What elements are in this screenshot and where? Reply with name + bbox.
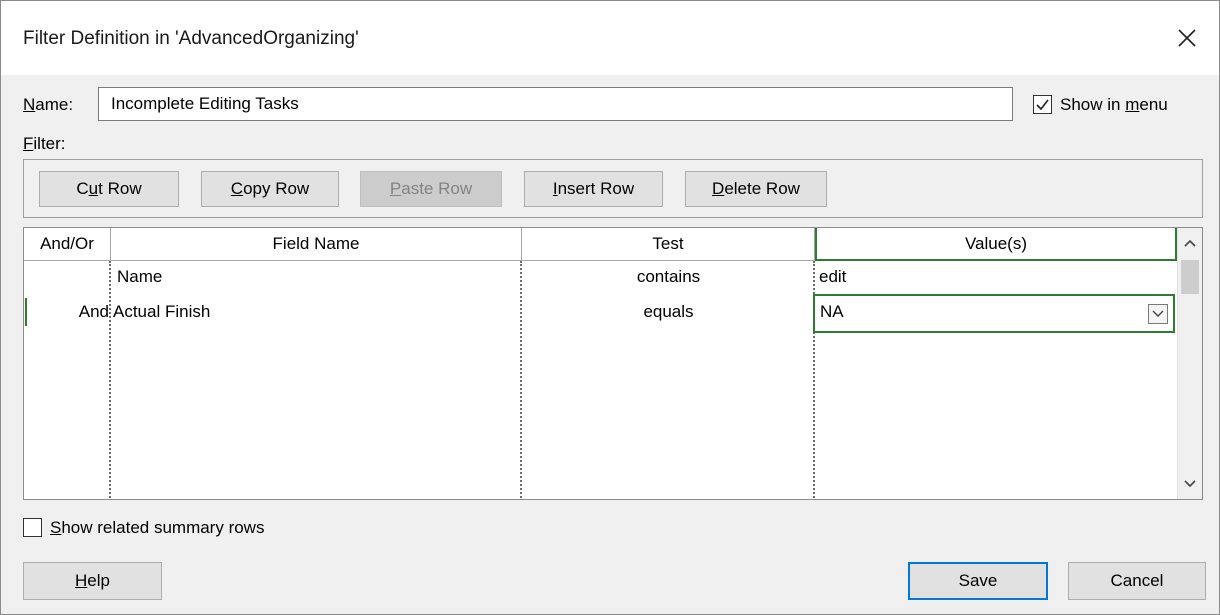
delete-row-button[interactable]: Delete Row: [685, 171, 827, 207]
insert-row-button[interactable]: Insert Row: [524, 171, 663, 207]
vertical-scrollbar[interactable]: [1177, 228, 1202, 499]
row-toolbar: Cut Row Copy Row Paste Row Insert Row De…: [23, 159, 1203, 218]
scroll-up-arrow[interactable]: [1182, 236, 1198, 254]
criteria-grid: And/Or Field Name Test Value(s) Name con…: [23, 227, 1203, 500]
name-input[interactable]: Incomplete Editing Tasks: [98, 87, 1013, 121]
show-related-label: Show related summary rows: [50, 518, 265, 537]
table-row[interactable]: And Actual Finish equals NA: [24, 294, 1177, 334]
chevron-down-icon: [1184, 480, 1196, 488]
show-related-box: [23, 518, 42, 537]
cut-row-button[interactable]: Cut Row: [39, 171, 179, 207]
table-row[interactable]: Name contains edit: [24, 261, 1177, 294]
close-button[interactable]: [1167, 18, 1207, 58]
filter-definition-dialog: Filter Definition in 'AdvancedOrganizing…: [0, 0, 1220, 615]
column-header-values[interactable]: Value(s): [815, 228, 1177, 261]
save-button[interactable]: Save: [908, 562, 1048, 600]
show-in-menu-label: Show in menu: [1060, 95, 1168, 114]
column-header-test[interactable]: Test: [522, 228, 815, 261]
value-editor[interactable]: NA: [813, 294, 1175, 333]
and-or-cell[interactable]: And: [24, 302, 109, 326]
name-label: Name:: [23, 95, 74, 114]
title-bar: Filter Definition in 'AdvancedOrganizing…: [1, 1, 1219, 75]
test-cell[interactable]: contains: [522, 267, 815, 287]
checkmark-icon: [1036, 99, 1049, 111]
cancel-button[interactable]: Cancel: [1068, 562, 1206, 600]
field-name-cell[interactable]: Name: [117, 267, 162, 287]
value-cell[interactable]: edit: [819, 267, 846, 287]
chevron-up-icon: [1184, 239, 1196, 247]
column-header-field-name[interactable]: Field Name: [111, 228, 522, 261]
column-header-and-or[interactable]: And/Or: [24, 228, 111, 261]
scroll-thumb[interactable]: [1181, 260, 1199, 294]
chevron-down-icon: [1152, 310, 1164, 317]
paste-row-button[interactable]: Paste Row: [360, 171, 502, 207]
value-dropdown-button[interactable]: [1148, 304, 1168, 324]
show-in-menu-box: [1033, 95, 1052, 114]
help-button[interactable]: Help: [23, 562, 162, 600]
filter-label: Filter:: [23, 134, 66, 153]
copy-row-button[interactable]: Copy Row: [201, 171, 339, 207]
close-icon: [1178, 29, 1196, 47]
value-editor-text[interactable]: NA: [820, 302, 844, 322]
show-in-menu-checkbox[interactable]: Show in menu: [1033, 95, 1209, 117]
test-cell[interactable]: equals: [522, 302, 815, 322]
window-title: Filter Definition in 'AdvancedOrganizing…: [23, 28, 359, 49]
scroll-down-arrow[interactable]: [1182, 477, 1198, 495]
field-name-cell[interactable]: Actual Finish: [113, 302, 210, 322]
show-related-summary-checkbox[interactable]: Show related summary rows: [23, 518, 343, 540]
